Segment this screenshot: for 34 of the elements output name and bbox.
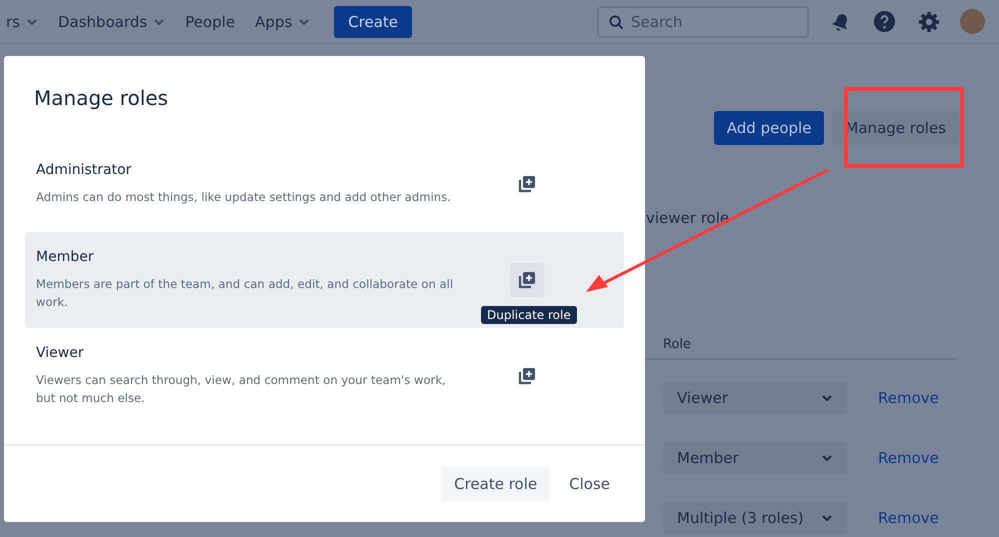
role-select[interactable]: Multiple (3 roles): [663, 502, 847, 534]
search-field[interactable]: Search: [597, 6, 809, 38]
duplicate-icon: [518, 271, 536, 289]
role-name: Administrator: [36, 162, 132, 178]
role-name: Member: [36, 249, 95, 265]
remove-link[interactable]: Remove: [878, 509, 939, 527]
page-button[interactable]: Add people: [714, 111, 824, 145]
role-item[interactable]: Viewer Viewers can search through, view, and comment on your team's work, but not much else.: [25, 328, 624, 424]
search-icon: [609, 14, 624, 30]
column-header: Role: [663, 337, 692, 352]
nav-menu-item[interactable]: rs: [0, 6, 48, 36]
settings-icon[interactable]: [918, 10, 940, 32]
role-select[interactable]: Viewer: [663, 382, 847, 414]
role-description: Members are part of the team, and can add, edit, and collaborate on all work.: [36, 276, 454, 311]
role-name: Viewer: [36, 345, 85, 361]
nav-menu-item[interactable]: People: [175, 6, 246, 36]
dialog-button[interactable]: Close: [556, 467, 623, 501]
dialog-title: Manage roles: [34, 86, 170, 110]
remove-link[interactable]: Remove: [878, 449, 939, 467]
dialog-button[interactable]: Create role: [441, 467, 550, 501]
remove-link[interactable]: Remove: [878, 389, 939, 407]
tooltip: Duplicate role: [481, 306, 577, 324]
role-item[interactable]: Administrator Admins can do most things, like update settings and add other admins.: [25, 136, 624, 232]
duplicate-icon: [518, 175, 536, 193]
role-item[interactable]: Member Members are part of the team, and can add, edit, and collaborate on all work. Duplicate role: [25, 232, 624, 328]
role-description: Admins can do most things, like update settings and add other admins.: [36, 189, 452, 206]
role-select[interactable]: Member: [663, 442, 847, 474]
duplicate-role-button[interactable]: [510, 263, 544, 297]
create-button[interactable]: Create: [334, 6, 412, 38]
nav-menu-item[interactable]: Apps: [245, 6, 320, 36]
role-description: Viewers can search through, view, and comment on your team's work, but not much else.: [36, 372, 447, 407]
duplicate-icon: [518, 367, 536, 385]
help-icon[interactable]: [873, 10, 896, 33]
nav-menu-item[interactable]: Dashboards: [48, 6, 176, 36]
